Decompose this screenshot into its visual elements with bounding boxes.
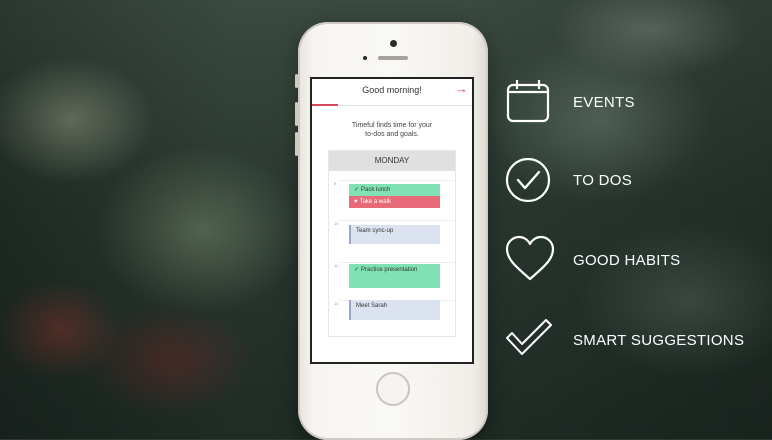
intro-line-1: Timeful finds time for your	[351, 122, 433, 129]
greeting-title: Good morning!	[362, 85, 422, 95]
check-icon: ✓	[354, 187, 360, 193]
calendar-icon	[506, 80, 550, 123]
day-header: MONDAY	[329, 151, 455, 171]
event-label: Practice presentation	[361, 267, 418, 273]
intro-text: Timeful finds time for your to-dos and g…	[312, 121, 472, 139]
event-label: Team sync-up	[356, 228, 394, 234]
volume-down-button	[295, 132, 298, 156]
hour-line	[339, 262, 455, 263]
event-label: Meet Sarah	[356, 303, 388, 309]
event-label: Take a walk	[359, 199, 391, 205]
checkmark-icon	[506, 319, 552, 355]
front-camera	[390, 40, 397, 47]
app-header: Good morning! →	[312, 79, 472, 106]
phone-screen: Good morning! → Timeful finds time for y…	[310, 77, 474, 364]
earpiece-speaker	[378, 56, 408, 60]
mute-switch	[295, 74, 298, 88]
phone-mockup: Good morning! → Timeful finds time for y…	[295, 22, 488, 440]
check-icon: ✓	[354, 267, 360, 273]
heart-icon	[505, 235, 555, 281]
event-block[interactable]: Meet Sarah	[349, 300, 440, 320]
proximity-sensor	[363, 56, 367, 60]
event-label: Pack lunch	[361, 187, 391, 193]
hour-line	[339, 180, 455, 181]
feature-label: TO DOS	[573, 172, 633, 189]
check-circle-icon	[505, 157, 551, 203]
hour-label: 11	[334, 263, 339, 268]
hour-label: 12	[334, 301, 339, 306]
hour-label: 10	[334, 221, 339, 226]
feature-label: EVENTS	[573, 94, 635, 111]
event-block[interactable]: ✓ Pack lunch	[349, 184, 440, 196]
volume-up-button	[295, 102, 298, 126]
intro-line-2: to-dos and goals.	[365, 131, 419, 138]
event-block[interactable]: ✓ Practice presentation	[349, 264, 440, 288]
progress-indicator	[312, 104, 338, 106]
event-block[interactable]: Team sync-up	[349, 225, 440, 244]
feature-label: SMART SUGGESTIONS	[573, 332, 745, 349]
heart-icon: ♥	[354, 199, 358, 205]
hour-line	[339, 220, 455, 221]
home-button[interactable]	[376, 372, 410, 406]
day-schedule: MONDAY 9 10 11 12 ✓ Pack lunch ♥ Take a wa…	[329, 151, 455, 336]
event-block[interactable]: ♥ Take a walk	[349, 196, 440, 208]
hour-label: 9	[334, 181, 337, 186]
next-arrow-icon[interactable]: →	[455, 81, 468, 96]
feature-label: GOOD HABITS	[573, 252, 681, 269]
